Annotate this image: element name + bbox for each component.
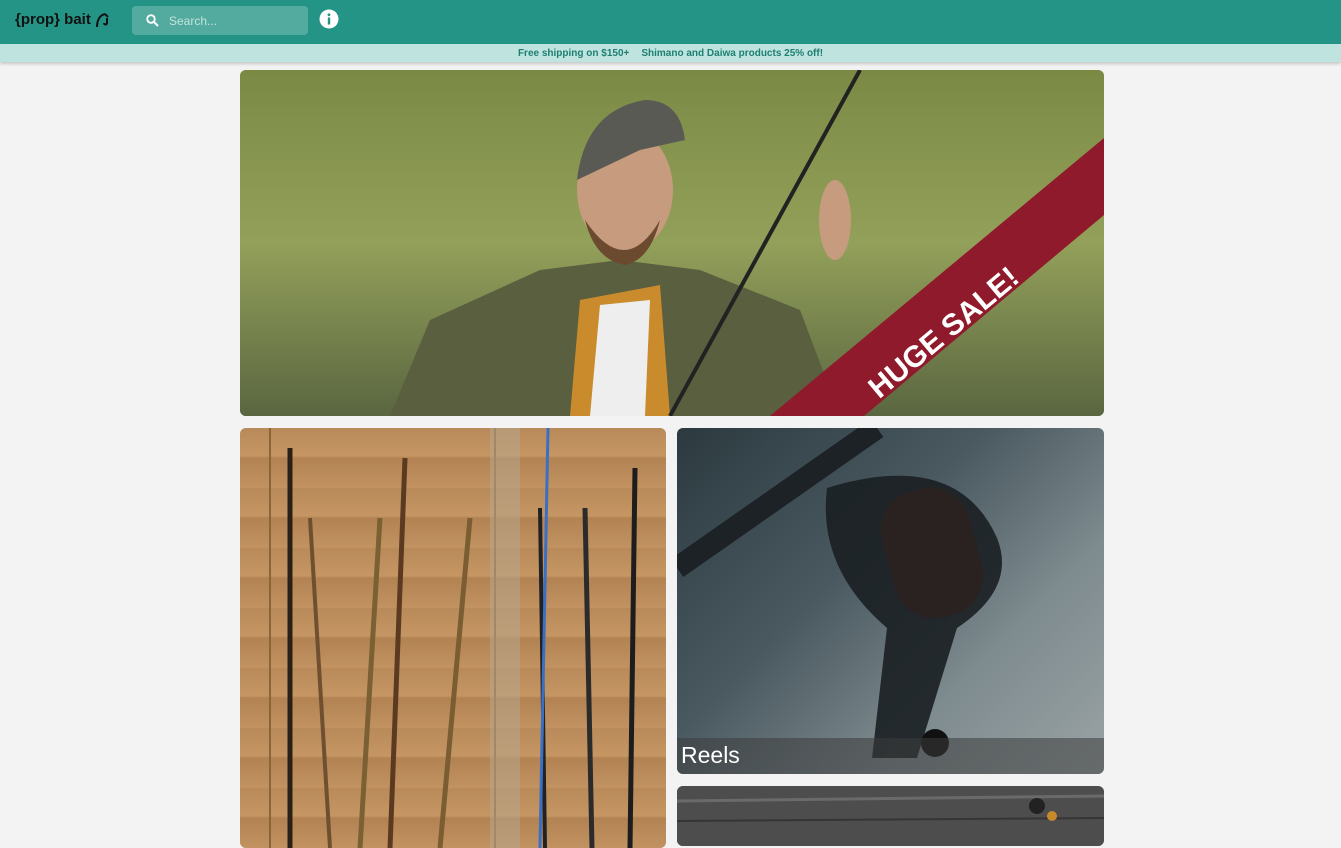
lures-category-card[interactable] (677, 786, 1104, 846)
hero-banner[interactable]: HUGE SALE! (240, 70, 1104, 416)
fishing-hook-icon (95, 12, 109, 27)
promo-shipping: Free shipping on $150+ (517, 47, 630, 59)
logo-text: {prop} bait (15, 11, 91, 28)
fishing-rods-image (240, 428, 666, 848)
category-label-bar: Reels (677, 738, 1104, 774)
reels-category-card[interactable]: Reels (677, 428, 1104, 774)
rods-category-card[interactable] (240, 428, 666, 848)
dock-lure-image (677, 786, 1104, 846)
search-input[interactable] (167, 12, 301, 29)
info-icon[interactable] (319, 9, 339, 29)
search-box[interactable] (132, 6, 308, 35)
top-bar: {prop} bait (0, 0, 1341, 44)
logo[interactable]: {prop} bait (15, 11, 111, 28)
fisherman-image (240, 70, 1104, 416)
promo-discount: Shimano and Daiwa products 25% off! (641, 47, 824, 59)
promo-bar: Free shipping on $150+ Shimano and Daiwa… (0, 44, 1341, 62)
fishing-reel-image (677, 428, 1002, 758)
category-label-reels: Reels (681, 742, 740, 768)
search-icon (146, 14, 159, 27)
